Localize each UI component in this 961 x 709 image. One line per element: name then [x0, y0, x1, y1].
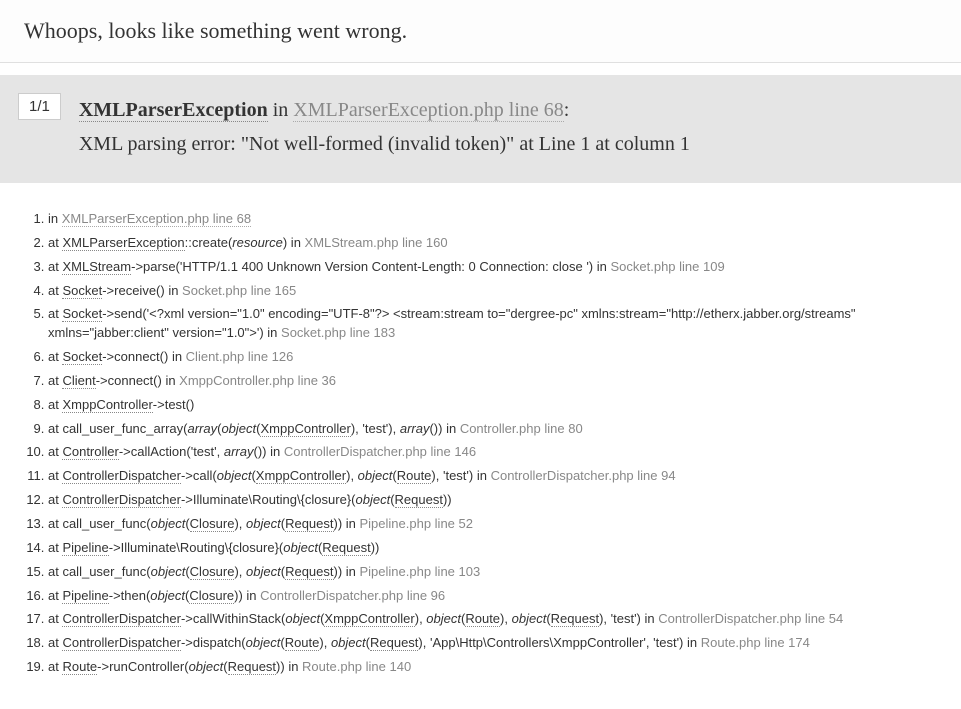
- exception-summary: 1/1 XMLParserException in XMLParserExcep…: [0, 75, 961, 183]
- type-name: object: [285, 611, 320, 626]
- symbol-link[interactable]: XmppController: [260, 421, 350, 437]
- type-name: object: [246, 564, 281, 579]
- type-name: object: [246, 516, 281, 531]
- type-name: array: [224, 444, 254, 459]
- symbol-link[interactable]: Socket: [62, 349, 102, 365]
- type-name: object: [355, 492, 390, 507]
- symbol-link[interactable]: ControllerDispatcher: [62, 611, 181, 627]
- type-name: object: [358, 468, 393, 483]
- symbol-link[interactable]: Controller: [62, 444, 118, 460]
- symbol-link[interactable]: XmppController: [62, 397, 152, 413]
- symbol-link[interactable]: XmppController: [324, 611, 414, 627]
- type-name: object: [150, 588, 185, 603]
- symbol-link[interactable]: Request: [228, 659, 276, 675]
- symbol-link[interactable]: Route: [62, 659, 97, 675]
- trace-frame: at Pipeline->Illuminate\Routing\{closure…: [48, 539, 937, 558]
- type-name: array: [187, 421, 217, 436]
- source-link[interactable]: XMLParserException.php line 68: [62, 211, 251, 227]
- trace-frame: at Socket->receive() in Socket.php line …: [48, 282, 937, 301]
- symbol-link[interactable]: Socket: [62, 283, 102, 299]
- trace-frame: at call_user_func(object(Closure), objec…: [48, 515, 937, 534]
- type-name: object: [426, 611, 461, 626]
- trace-frame: at ControllerDispatcher->dispatch(object…: [48, 634, 937, 653]
- type-name: resource: [232, 235, 283, 250]
- symbol-link[interactable]: Request: [370, 635, 418, 651]
- trace-frame: in XMLParserException.php line 68: [48, 210, 937, 229]
- trace-frame: at Route->runController(object(Request))…: [48, 658, 937, 677]
- symbol-link[interactable]: Request: [551, 611, 599, 627]
- type-name: object: [512, 611, 547, 626]
- trace-frame: at ControllerDispatcher->callWithinStack…: [48, 610, 937, 629]
- symbol-link[interactable]: Request: [285, 516, 333, 532]
- source-location: Pipeline.php line 103: [360, 564, 481, 579]
- type-name: object: [283, 540, 318, 555]
- trace-frame: at Socket->send('<?xml version="1.0" enc…: [48, 305, 937, 343]
- symbol-link[interactable]: ControllerDispatcher: [62, 468, 181, 484]
- exception-count: 1/1: [18, 93, 61, 120]
- stack-trace: in XMLParserException.php line 68 at XMLP…: [0, 196, 961, 696]
- source-location: Controller.php line 80: [460, 421, 583, 436]
- symbol-link[interactable]: XMLParserException: [62, 235, 184, 251]
- source-location: XmppController.php line 36: [179, 373, 336, 388]
- type-name: object: [189, 659, 224, 674]
- symbol-link[interactable]: ControllerDispatcher: [62, 492, 181, 508]
- trace-frame: at ControllerDispatcher->Illuminate\Rout…: [48, 491, 937, 510]
- type-name: object: [217, 468, 252, 483]
- symbol-link[interactable]: Route: [285, 635, 320, 651]
- source-location: Socket.php line 183: [281, 325, 395, 340]
- symbol-link[interactable]: Request: [395, 492, 443, 508]
- type-name: object: [246, 635, 281, 650]
- exception-text: XMLParserException in XMLParserException…: [79, 93, 690, 161]
- type-name: object: [221, 421, 256, 436]
- trace-frame: at XMLStream->parse('HTTP/1.1 400 Unknow…: [48, 258, 937, 277]
- trace-frame: at ControllerDispatcher->call(object(Xmp…: [48, 467, 937, 486]
- source-location: ControllerDispatcher.php line 146: [284, 444, 476, 459]
- source-location: Client.php line 126: [186, 349, 294, 364]
- source-location: Socket.php line 165: [182, 283, 296, 298]
- type-name: object: [331, 635, 366, 650]
- symbol-link[interactable]: Socket: [62, 306, 102, 322]
- trace-frame: at call_user_func(object(Closure), objec…: [48, 563, 937, 582]
- source-location: XMLStream.php line 160: [305, 235, 448, 250]
- symbol-link[interactable]: XMLStream: [62, 259, 131, 275]
- source-location: ControllerDispatcher.php line 94: [491, 468, 676, 483]
- source-location: ControllerDispatcher.php line 54: [658, 611, 843, 626]
- in-word: in: [273, 99, 289, 121]
- exception-message: XML parsing error: "Not well-formed (inv…: [79, 127, 690, 161]
- type-name: array: [400, 421, 430, 436]
- trace-frame: at XmppController->test(): [48, 396, 937, 415]
- symbol-link[interactable]: ControllerDispatcher: [62, 635, 181, 651]
- source-location: ControllerDispatcher.php line 96: [260, 588, 445, 603]
- exception-class: XMLParserException: [79, 99, 268, 122]
- symbol-link[interactable]: Closure: [190, 516, 235, 532]
- trace-frame: at XMLParserException::create(resource) …: [48, 234, 937, 253]
- source-location: Socket.php line 109: [610, 259, 724, 274]
- symbol-link[interactable]: Client: [62, 373, 95, 389]
- trace-frame: at call_user_func_array(array(object(Xmp…: [48, 420, 937, 439]
- symbol-link[interactable]: Pipeline: [62, 588, 108, 604]
- source-location: Route.php line 140: [302, 659, 411, 674]
- trace-frame: at Socket->connect() in Client.php line …: [48, 348, 937, 367]
- exception-file[interactable]: XMLParserException.php line 68: [293, 99, 564, 122]
- symbol-link[interactable]: Closure: [189, 588, 234, 604]
- trace-frame: at Client->connect() in XmppController.p…: [48, 372, 937, 391]
- source-location: Route.php line 174: [701, 635, 810, 650]
- trace-frame: at Pipeline->then(object(Closure)) in Co…: [48, 587, 937, 606]
- source-location: Pipeline.php line 52: [360, 516, 473, 531]
- colon: :: [564, 99, 570, 121]
- type-name: object: [151, 516, 186, 531]
- symbol-link[interactable]: XmppController: [256, 468, 346, 484]
- trace-frame: at Controller->callAction('test', array(…: [48, 443, 937, 462]
- symbol-link[interactable]: Route: [465, 611, 500, 627]
- symbol-link[interactable]: Pipeline: [62, 540, 108, 556]
- symbol-link[interactable]: Request: [285, 564, 333, 580]
- symbol-link[interactable]: Route: [397, 468, 432, 484]
- symbol-link[interactable]: Closure: [190, 564, 235, 580]
- type-name: object: [151, 564, 186, 579]
- symbol-link[interactable]: Request: [322, 540, 370, 556]
- page-title: Whoops, looks like something went wrong.: [0, 0, 961, 63]
